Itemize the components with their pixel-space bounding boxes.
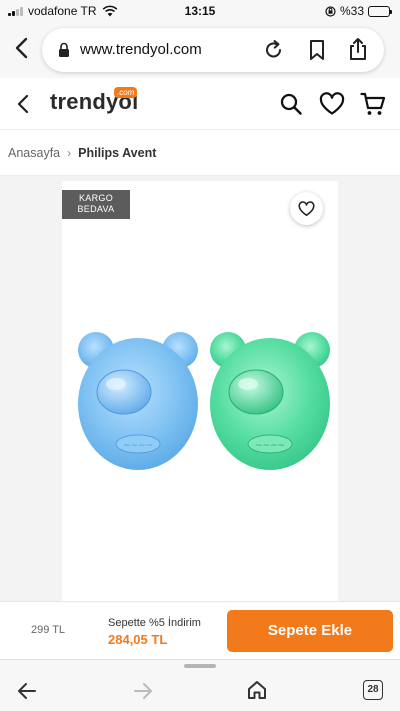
logo-badge: .com — [114, 87, 138, 98]
breadcrumb-current[interactable]: Philips Avent — [78, 146, 156, 160]
breadcrumb-home[interactable]: Anasayfa — [8, 146, 60, 160]
original-price: 299 TL — [31, 624, 66, 636]
svg-text:~~~~: ~~~~ — [123, 441, 153, 451]
back-arrow-icon[interactable] — [16, 93, 30, 115]
browser-url-bar: www.trendyol.com — [0, 22, 400, 78]
product-image-area: KARGO BEDAVA ~~~~ ~~~~ — [0, 176, 400, 601]
cart-discount-text: Sepette %5 İndirim — [108, 617, 201, 629]
cart-icon[interactable] — [360, 91, 386, 117]
heart-outline-icon — [298, 200, 315, 216]
share-icon[interactable] — [348, 37, 368, 61]
url-text: www.trendyol.com — [80, 41, 202, 58]
blue-pacifier: ~~~~ — [78, 332, 198, 470]
pacifier-product-image: ~~~~ ~~~~ — [78, 332, 330, 470]
browser-back-chevron-icon[interactable] — [12, 36, 32, 60]
address-field[interactable]: www.trendyol.com — [42, 28, 384, 72]
forward-arrow-icon[interactable] — [133, 682, 153, 700]
status-right: %33 — [325, 4, 392, 18]
status-bar: vodafone TR 13:15 %33 — [0, 0, 400, 22]
browser-toolbar: 28 — [0, 659, 400, 711]
add-to-favorites-button[interactable] — [290, 192, 323, 225]
trendyol-logo[interactable]: trendyol .com — [50, 87, 138, 119]
back-arrow-icon[interactable] — [17, 682, 37, 700]
free-shipping-badge: KARGO BEDAVA — [62, 190, 130, 219]
badge-line-2: BEDAVA — [77, 204, 115, 214]
site-header: trendyol .com — [0, 78, 400, 130]
reload-icon[interactable] — [264, 39, 284, 61]
orientation-lock-icon — [325, 5, 336, 17]
bookmark-icon[interactable] — [308, 39, 326, 61]
home-icon[interactable] — [247, 680, 267, 700]
lock-icon — [59, 42, 69, 57]
badge-line-1: KARGO — [78, 193, 113, 203]
breadcrumb-separator-icon: › — [67, 146, 72, 160]
favorites-heart-icon[interactable] — [319, 92, 345, 116]
battery-icon — [368, 5, 392, 17]
toolbar-handle[interactable] — [184, 664, 216, 668]
green-pacifier: ~~~~ — [210, 332, 330, 470]
tabs-count-button[interactable]: 28 — [363, 680, 383, 700]
svg-text:~~~~: ~~~~ — [255, 441, 285, 451]
discounted-price: 284,05 TL — [108, 632, 168, 647]
breadcrumb: Anasayfa › Philips Avent — [0, 131, 400, 176]
purchase-bar: 299 TL Sepette %5 İndirim 284,05 TL Sepe… — [0, 601, 400, 659]
search-icon[interactable] — [279, 92, 303, 116]
add-to-cart-button[interactable]: Sepete Ekle — [227, 610, 393, 652]
battery-percent: %33 — [339, 4, 364, 18]
page: vodafone TR 13:15 %33 www.trendyol.com t… — [0, 0, 400, 711]
